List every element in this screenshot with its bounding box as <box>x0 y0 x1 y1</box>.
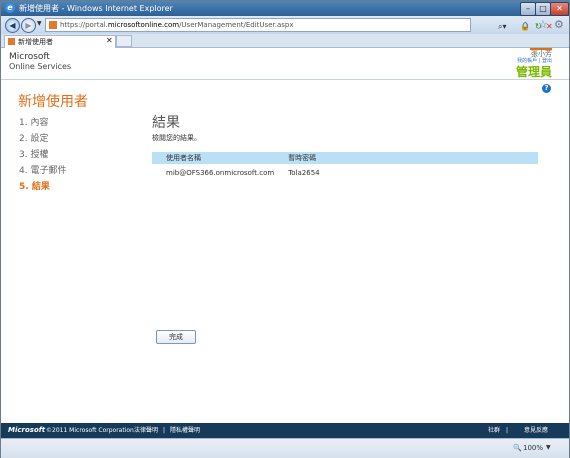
help-icon[interactable]: ? <box>542 84 551 93</box>
cell-temp-password: Tola2654 <box>288 168 320 177</box>
tab-favicon-icon <box>8 38 15 45</box>
url-text: https://portal.microsoftonline.com/UserM… <box>60 21 294 29</box>
ie-logo-icon: e <box>5 3 15 13</box>
wizard-step-licenses: 3. 授權 <box>19 150 49 160</box>
new-tab-button[interactable] <box>116 35 132 47</box>
admin-label[interactable]: 管理員 <box>516 65 552 79</box>
status-bar: 🔍 100% ▼ <box>1 438 569 458</box>
home-icon[interactable]: ⌂ <box>522 19 529 31</box>
page-title: 新增使用者 <box>18 94 88 110</box>
window-title: 新增使用者 - Windows Internet Explorer <box>19 4 173 13</box>
footer-legal-link[interactable]: 法律聲明 <box>134 426 158 435</box>
forward-icon[interactable]: ▶ <box>21 18 36 33</box>
header-divider <box>1 79 569 80</box>
navigation-bar: ◀ ▶ ▼ https://portal.microsoftonline.com… <box>1 16 569 34</box>
wizard-step-properties: 1. 內容 <box>19 118 49 128</box>
table-row: mib@OFS366.onmicrosoft.com Tola2654 <box>152 164 538 181</box>
tools-icon[interactable]: ⚙ <box>554 19 564 31</box>
section-title: 結果 <box>152 115 180 131</box>
tab-row: 新增使用者 ✕ <box>1 34 569 48</box>
back-icon[interactable]: ◀ <box>5 18 20 33</box>
page-favicon-icon <box>49 21 57 29</box>
browser-window: e 新增使用者 - Windows Internet Explorer – □ … <box>0 0 570 458</box>
cell-username: mib@OFS366.onmicrosoft.com <box>166 168 275 177</box>
tab-label: 新增使用者 <box>18 38 53 46</box>
footer-feedback-link[interactable]: 意見反應 <box>524 426 548 435</box>
tab-close-icon[interactable]: ✕ <box>106 36 113 46</box>
zoom-level[interactable]: 100% <box>523 443 543 453</box>
results-table: 使用者名稱 暫時密碼 mib@OFS366.onmicrosoft.com To… <box>152 152 538 181</box>
done-button[interactable]: 完成 <box>156 330 196 344</box>
footer: Microsoft ©2011 Microsoft Corporation 法律… <box>1 423 569 438</box>
column-header-username: 使用者名稱 <box>152 152 275 164</box>
account-links[interactable]: 我的帳戶 | 登出 <box>517 57 552 64</box>
microsoft-online-logo[interactable]: Microsoft Online Services <box>9 52 71 71</box>
wizard-step-email: 4. 電子郵件 <box>19 166 67 176</box>
address-bar[interactable]: https://portal.microsoftonline.com/UserM… <box>45 18 553 32</box>
footer-separator: | <box>506 427 509 434</box>
maximize-button[interactable]: □ <box>535 2 551 16</box>
history-dropdown-icon[interactable]: ▼ <box>37 20 42 27</box>
footer-community-link[interactable]: 社群 <box>488 426 500 435</box>
zoom-dropdown-icon[interactable]: ▼ <box>546 444 551 451</box>
search-icon[interactable]: ⌕▾ <box>498 22 507 32</box>
page-content: Microsoft Online Services 張小芳 我的帳戶 | 登出 … <box>1 48 569 423</box>
minimize-button[interactable]: – <box>520 2 536 16</box>
footer-copyright: ©2011 Microsoft Corporation <box>46 427 134 434</box>
browser-tab[interactable]: 新增使用者 ✕ <box>4 35 116 48</box>
footer-microsoft-logo: Microsoft <box>8 426 46 434</box>
footer-separator: | <box>163 427 166 434</box>
section-description: 檢閱您的結果。 <box>152 134 201 142</box>
title-bar: e 新增使用者 - Windows Internet Explorer – □ … <box>1 1 569 16</box>
table-header-row: 使用者名稱 暫時密碼 <box>152 152 538 164</box>
zoom-icon[interactable]: 🔍 <box>513 444 522 452</box>
close-button[interactable]: ✕ <box>550 2 569 16</box>
footer-privacy-link[interactable]: 隱私權聲明 <box>170 426 200 435</box>
wizard-step-results: 5. 結果 <box>19 182 50 192</box>
favorites-icon[interactable]: ☆ <box>538 19 548 31</box>
column-header-temp-password: 暫時密碼 <box>274 152 538 164</box>
wizard-step-settings: 2. 設定 <box>19 134 49 144</box>
